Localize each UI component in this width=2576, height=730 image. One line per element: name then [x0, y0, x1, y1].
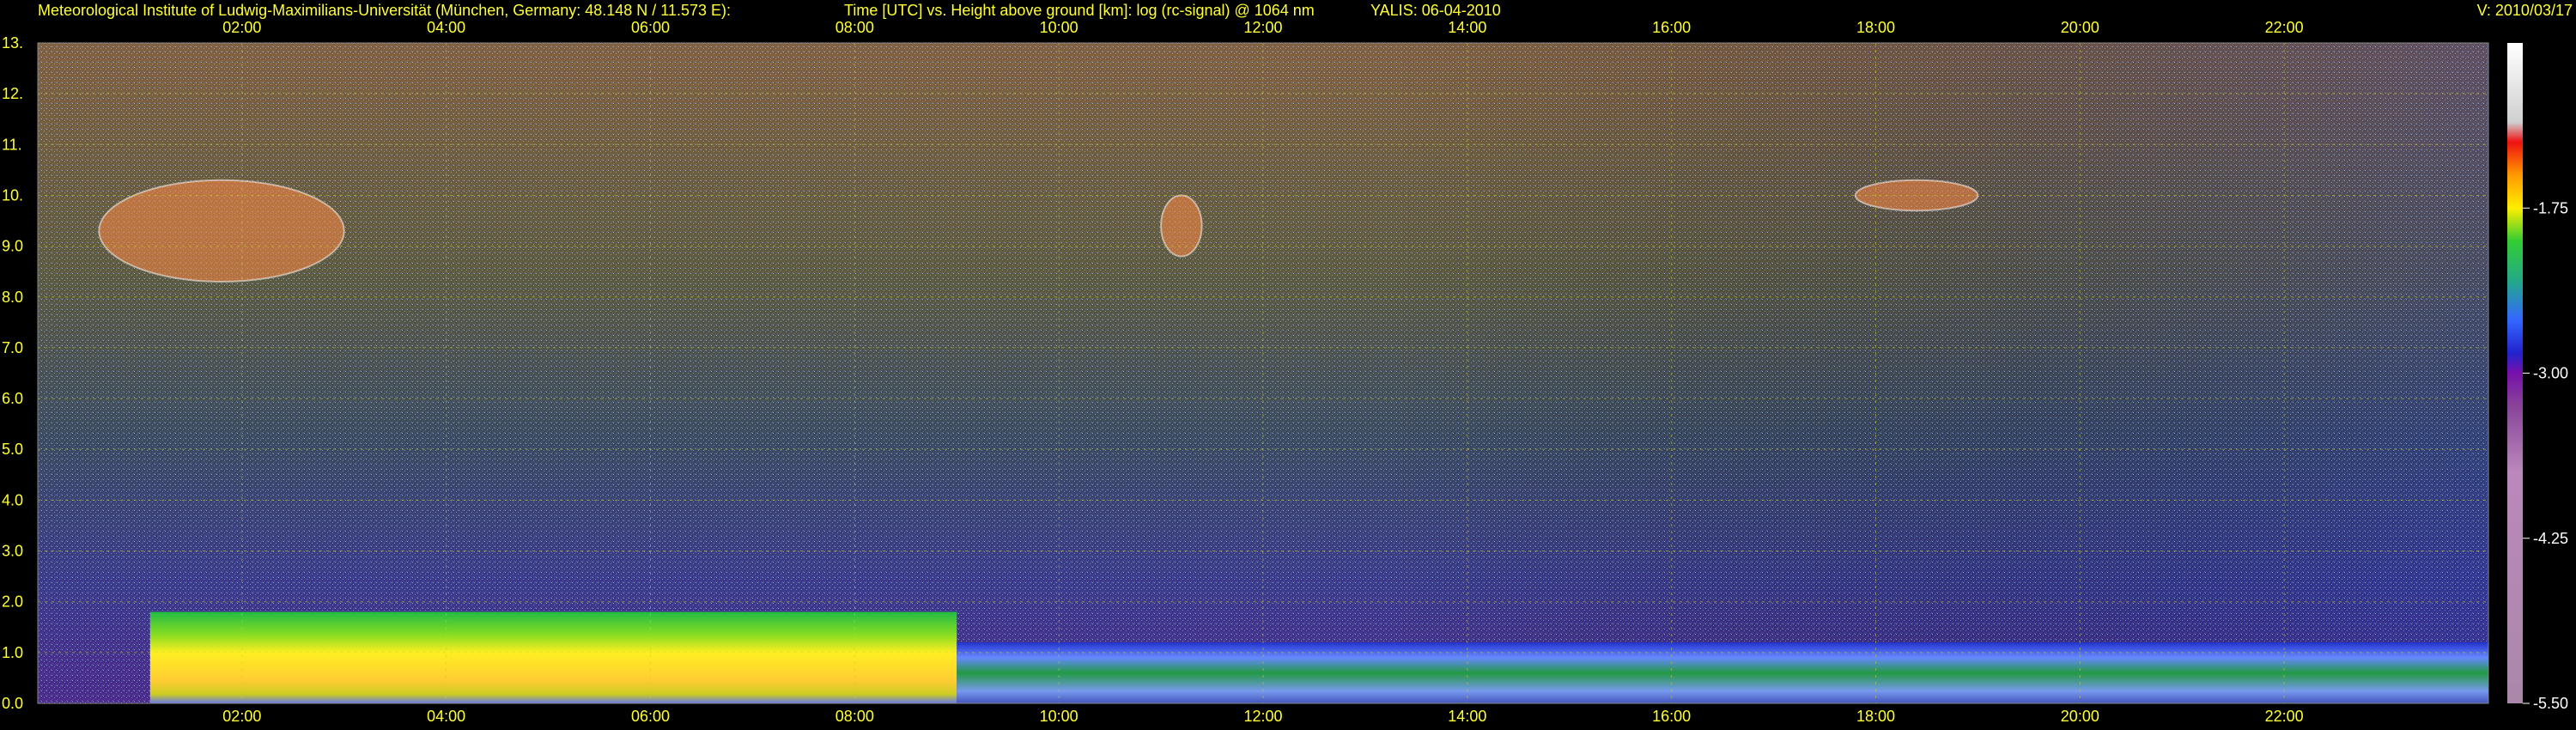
x-tick-label-top: 12:00	[1243, 19, 1282, 36]
y-tick-label: 5.0	[2, 441, 23, 458]
y-tick-label: 6.0	[2, 390, 23, 407]
colorbar-labels: -1.75 -3.00 -4.25 -5.50	[2523, 199, 2568, 712]
x-tick-label-bottom: 20:00	[2061, 708, 2099, 725]
y-tick-label: 3.0	[2, 543, 23, 560]
x-tick-label-top: 02:00	[222, 19, 261, 36]
x-tick-label-bottom: 04:00	[427, 708, 465, 725]
x-tick-label-bottom: 06:00	[631, 708, 670, 725]
x-tick-label-bottom: 22:00	[2265, 708, 2304, 725]
y-tick-label: 0.0	[2, 695, 23, 712]
colorbar	[2507, 43, 2523, 703]
x-tick-label-top: 18:00	[1856, 19, 1895, 36]
x-tick-label-top: 04:00	[427, 19, 465, 36]
x-tick-label-bottom: 16:00	[1652, 708, 1691, 725]
y-tick-label: 8.0	[2, 289, 23, 306]
colorbar-label: -4.25	[2533, 530, 2568, 547]
x-tick-label-top: 20:00	[2061, 19, 2099, 36]
y-tick-label: 13.	[2, 34, 23, 52]
y-tick-label: 2.0	[2, 593, 23, 611]
y-tick-label: 9.0	[2, 238, 23, 255]
x-tick-label-top: 14:00	[1448, 19, 1486, 36]
colorbar-label: -1.75	[2533, 199, 2568, 216]
x-tick-label-bottom: 12:00	[1243, 708, 1282, 725]
x-tick-label-bottom: 08:00	[835, 708, 874, 725]
x-tick-label-bottom: 02:00	[222, 708, 261, 725]
boundary-layer-band	[149, 611, 957, 703]
x-tick-label-top: 10:00	[1040, 19, 1078, 36]
y-tick-label: 10.	[2, 186, 23, 204]
x-tick-label-bottom: 14:00	[1448, 708, 1486, 725]
x-tick-label-top: 22:00	[2265, 19, 2304, 36]
lidar-heatmap-chart: 02:00 02:00 04:00 04:00 06:00 06:00 08:00 08:00…	[2, 19, 2568, 725]
y-tick-label: 1.0	[2, 644, 23, 661]
x-tick-label-bottom: 10:00	[1040, 708, 1078, 725]
y-tick-label: 4.0	[2, 491, 23, 508]
x-tick-label-bottom: 18:00	[1856, 708, 1895, 725]
boundary-layer-band	[957, 642, 2488, 703]
y-tick-label: 12.	[2, 85, 23, 102]
x-tick-label-top: 16:00	[1652, 19, 1691, 36]
colorbar-label: -3.00	[2533, 365, 2568, 382]
y-axis-ticks: 0.0 1.0 2.0 3.0 4.0 5.0 6.0 7.0 8.0 9.0 10. 11. 12. 1…	[2, 34, 23, 712]
colorbar-label: -5.50	[2533, 695, 2568, 712]
cirrus-cloud	[1160, 194, 1203, 258]
y-tick-label: 11.	[2, 136, 22, 153]
y-tick-label: 7.0	[2, 339, 23, 356]
x-tick-label-top: 06:00	[631, 19, 670, 36]
x-tick-label-top: 08:00	[835, 19, 874, 36]
